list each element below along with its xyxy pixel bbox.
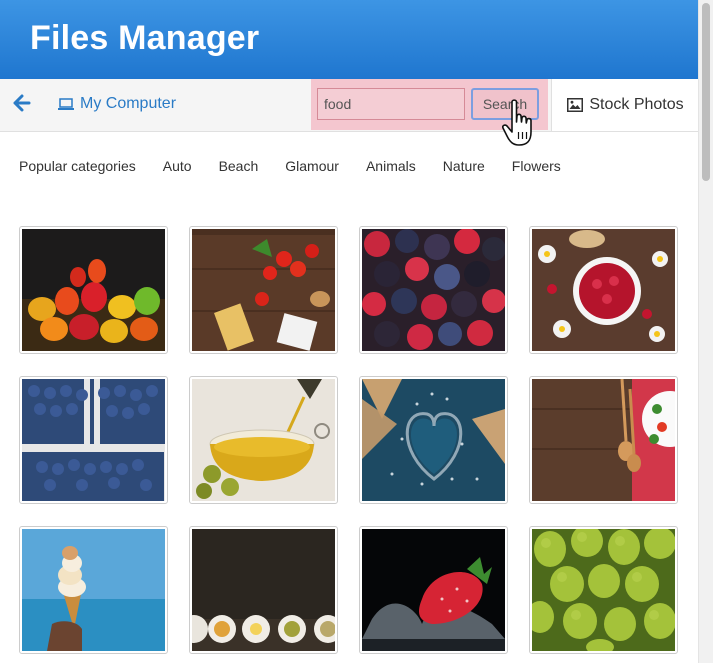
my-computer-label: My Computer bbox=[80, 95, 177, 112]
photo-sugar-heart-waffles bbox=[362, 379, 505, 501]
photo-plates-dark-table bbox=[192, 529, 335, 651]
category-beach[interactable]: Beach bbox=[219, 158, 259, 174]
photo-strawberry-splash bbox=[362, 529, 505, 651]
photo-thumbnail[interactable] bbox=[19, 376, 168, 504]
popular-categories-label: Popular categories bbox=[19, 158, 136, 174]
photo-thumbnail[interactable] bbox=[359, 376, 508, 504]
photo-wooden-spoons-salad bbox=[532, 379, 675, 501]
photo-thumbnail[interactable] bbox=[189, 526, 338, 654]
category-nature[interactable]: Nature bbox=[443, 158, 485, 174]
photo-thumbnail[interactable] bbox=[529, 376, 678, 504]
category-glamour[interactable]: Glamour bbox=[285, 158, 339, 174]
toolbar: My Computer Search Stock Photos bbox=[0, 79, 699, 132]
photo-thumbnail[interactable] bbox=[19, 526, 168, 654]
photo-ice-cream-cone bbox=[22, 529, 165, 651]
photo-raspberries-bowl bbox=[532, 229, 675, 351]
photo-thumbnail[interactable] bbox=[529, 526, 678, 654]
vertical-scrollbar[interactable] bbox=[698, 0, 713, 663]
photo-blueberries bbox=[22, 379, 165, 501]
category-animals[interactable]: Animals bbox=[366, 158, 416, 174]
photo-thumbnail[interactable] bbox=[189, 376, 338, 504]
tab-stock-photos[interactable]: Stock Photos bbox=[551, 79, 699, 131]
stock-photos-label: Stock Photos bbox=[589, 96, 684, 113]
photo-pasta-tomatoes bbox=[192, 229, 335, 351]
photo-pears bbox=[532, 529, 675, 651]
photo-thumbnail[interactable] bbox=[19, 226, 168, 354]
photo-olive-oil bbox=[192, 379, 335, 501]
category-auto[interactable]: Auto bbox=[163, 158, 192, 174]
photo-thumbnail[interactable] bbox=[359, 526, 508, 654]
search-button[interactable]: Search bbox=[471, 88, 539, 120]
app-header: Files Manager bbox=[0, 0, 698, 79]
my-computer-link[interactable]: My Computer bbox=[58, 95, 176, 113]
photo-berries bbox=[362, 229, 505, 351]
photo-thumbnail[interactable] bbox=[359, 226, 508, 354]
photo-thumbnail[interactable] bbox=[189, 226, 338, 354]
app-title: Files Manager bbox=[30, 19, 260, 57]
search-input[interactable] bbox=[317, 88, 465, 120]
photo-thumbnail[interactable] bbox=[529, 226, 678, 354]
photo-gummy-bears bbox=[22, 229, 165, 351]
image-icon bbox=[567, 98, 584, 112]
category-flowers[interactable]: Flowers bbox=[512, 158, 561, 174]
scrollbar-thumb[interactable] bbox=[702, 3, 710, 181]
category-bar: Popular categories Auto Beach Glamour An… bbox=[19, 158, 588, 174]
laptop-icon bbox=[58, 98, 74, 110]
search-area: Search bbox=[311, 79, 548, 130]
arrow-left-icon[interactable] bbox=[13, 93, 31, 113]
